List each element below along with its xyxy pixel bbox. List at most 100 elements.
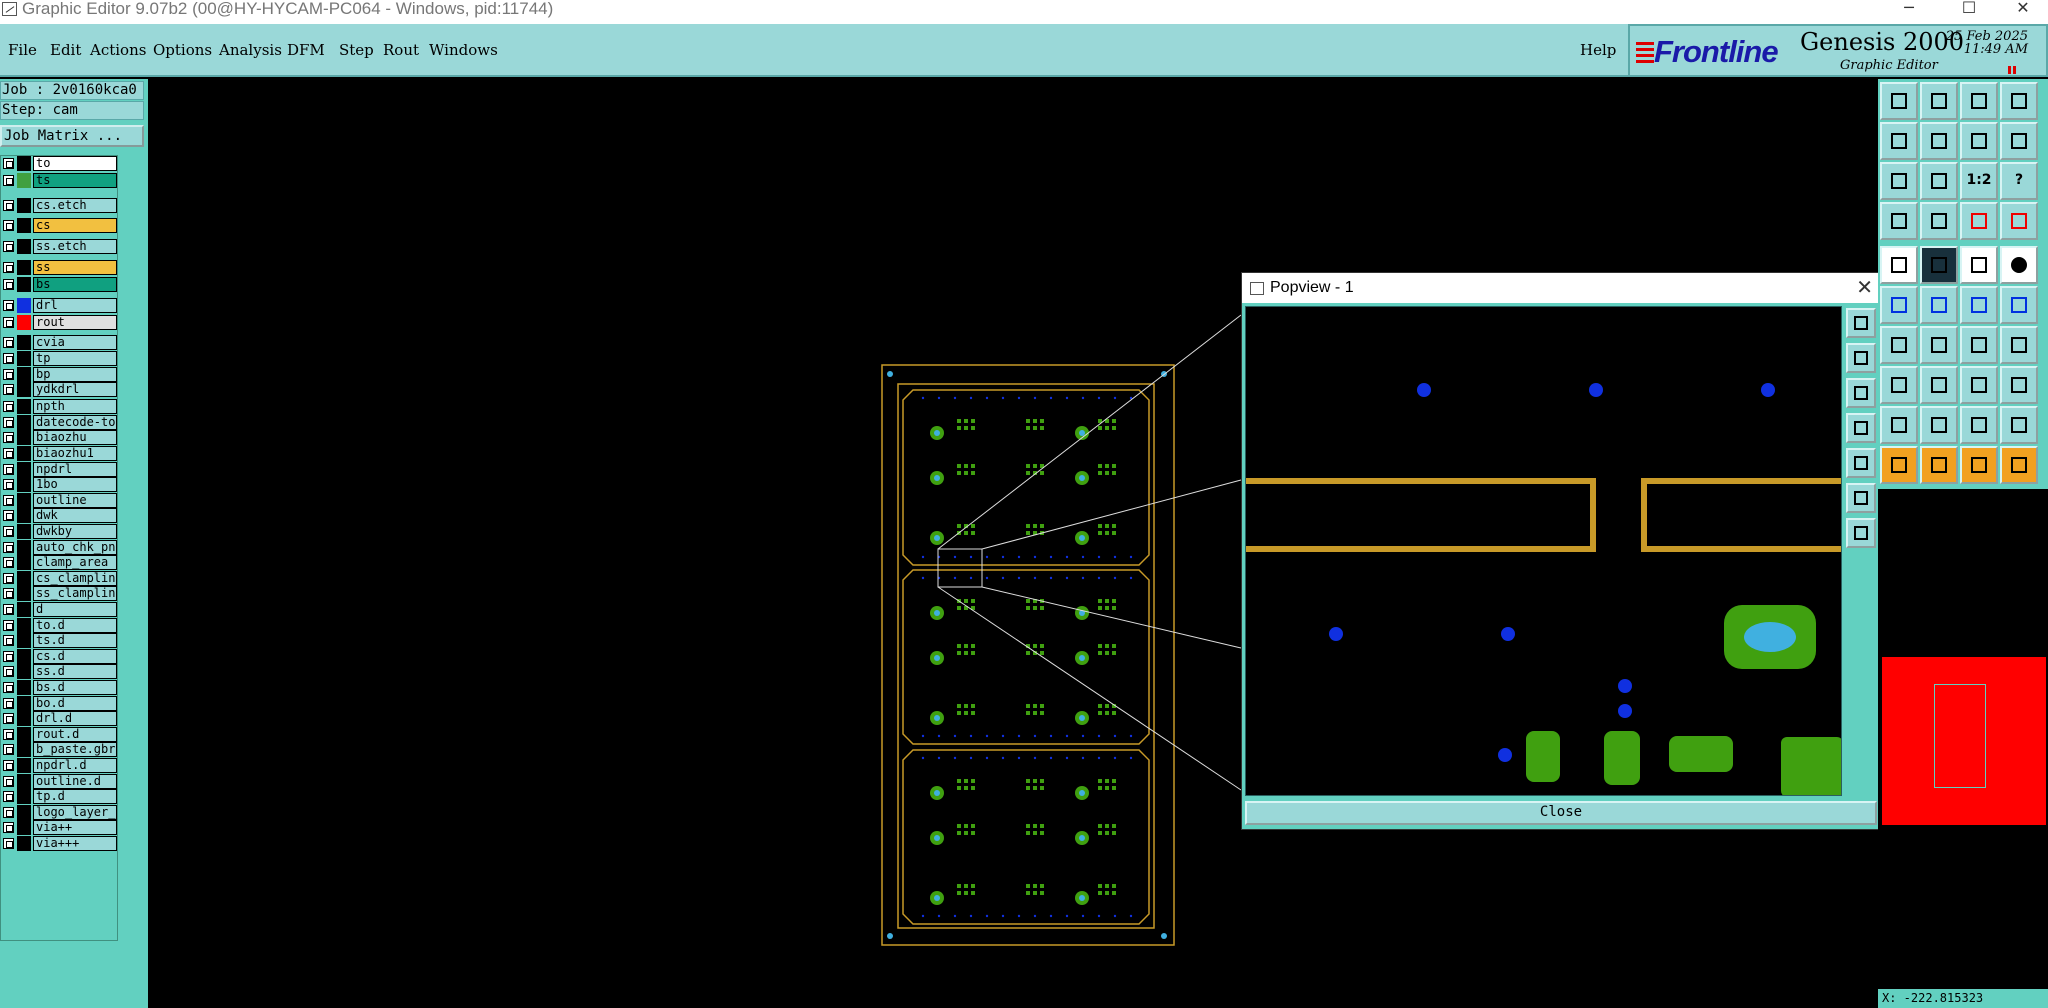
layer-color-swatch[interactable]	[17, 508, 31, 524]
layer-color-swatch[interactable]	[17, 260, 31, 275]
layer-name[interactable]: rout.d	[33, 726, 117, 742]
menu-file[interactable]: File	[8, 41, 37, 59]
layer-name[interactable]: ts.d	[33, 633, 117, 649]
layer-checkbox[interactable]	[3, 572, 14, 584]
layer-name[interactable]: via+++	[33, 835, 117, 851]
popview-home-icon[interactable]	[1846, 343, 1876, 373]
layer-row-outline.d[interactable]: outline.d	[1, 773, 119, 789]
minimize-icon[interactable]: ─	[1886, 0, 1932, 18]
layer-name[interactable]: ts	[33, 172, 117, 188]
pad-icon[interactable]	[1880, 246, 1918, 284]
layer-row-cs.d[interactable]: cs.d	[1, 648, 119, 664]
layer-row-to[interactable]: to	[1, 156, 119, 171]
layer-checkbox[interactable]	[3, 278, 14, 290]
layer-checkbox[interactable]	[3, 463, 14, 475]
layer-checkbox[interactable]	[3, 806, 14, 818]
layer-name[interactable]: tp.d	[33, 789, 117, 805]
layer-name[interactable]: to.d	[33, 617, 117, 633]
layer-row-outline[interactable]: outline	[1, 492, 119, 508]
popview-fit-icon[interactable]	[1846, 483, 1876, 513]
layer-checkbox[interactable]	[3, 822, 14, 834]
menu-windows[interactable]: Windows	[429, 41, 498, 59]
layer-name[interactable]: npdrl	[33, 461, 117, 477]
layer-name[interactable]: ss_clampline	[33, 586, 117, 602]
layer-color-swatch[interactable]	[17, 314, 31, 330]
layer-name[interactable]: bp	[33, 366, 117, 382]
layer-checkbox[interactable]	[3, 479, 14, 491]
next-step-icon[interactable]	[1920, 122, 1958, 160]
layer-name[interactable]: drl	[33, 297, 117, 313]
layer-name[interactable]: ss	[33, 260, 117, 275]
layer-checkbox[interactable]	[3, 432, 14, 444]
line-icon[interactable]	[1920, 246, 1958, 284]
open-job-icon[interactable]	[1880, 82, 1918, 120]
job-matrix-button[interactable]: Job Matrix ...	[0, 125, 144, 147]
layer-checkbox[interactable]	[3, 384, 14, 396]
layer-color-swatch[interactable]	[17, 461, 31, 477]
layer-checkbox[interactable]	[3, 337, 14, 349]
menu-options[interactable]: Options	[153, 41, 212, 59]
layer-name[interactable]: clamp_area	[33, 555, 117, 571]
layer-row-to.d[interactable]: to.d	[1, 617, 119, 633]
layer-name[interactable]: auto_chk_pn	[33, 539, 117, 555]
layer-checkbox[interactable]	[3, 635, 14, 647]
layer-checkbox[interactable]	[3, 241, 14, 253]
layer-checkbox[interactable]	[3, 588, 14, 600]
layer-checkbox[interactable]	[3, 541, 14, 553]
layer-name[interactable]: cs_clampline	[33, 570, 117, 586]
layer-name[interactable]: outline	[33, 492, 117, 508]
layer-name[interactable]: biaozhu1	[33, 445, 117, 461]
copy-icon[interactable]	[2000, 286, 2038, 324]
layer-color-swatch[interactable]	[17, 773, 31, 789]
layer-checkbox[interactable]	[3, 619, 14, 631]
popview-pan-right-icon[interactable]	[1846, 448, 1876, 478]
layer-name[interactable]: bo.d	[33, 695, 117, 711]
menu-dfm[interactable]: DFM	[287, 41, 325, 59]
layer-row-npdrl[interactable]: npdrl	[1, 461, 119, 477]
layer-color-swatch[interactable]	[17, 492, 31, 508]
layer-color-swatch[interactable]	[17, 617, 31, 633]
layer-row-biaozhu1[interactable]: biaozhu1	[1, 445, 119, 461]
layer-checkbox[interactable]	[3, 353, 14, 364]
menu-actions[interactable]: Actions	[90, 41, 146, 59]
layer-row-cs[interactable]: cs	[1, 218, 119, 234]
layer-row-via+++[interactable]: via+++	[1, 835, 119, 851]
layer-row-dwkby[interactable]: dwkby	[1, 523, 119, 539]
probe-icon[interactable]	[1920, 202, 1958, 240]
minus-icon[interactable]	[1920, 366, 1958, 404]
layer-checkbox[interactable]	[3, 316, 14, 328]
layer-name[interactable]: cs	[33, 218, 117, 234]
layer-color-swatch[interactable]	[17, 742, 31, 758]
layer-color-swatch[interactable]	[17, 239, 31, 255]
zoom-fit-icon[interactable]	[1880, 162, 1918, 200]
menu-analysis[interactable]: Analysis	[219, 41, 282, 59]
triangle-a-icon[interactable]	[1880, 406, 1918, 444]
popview-canvas[interactable]	[1245, 306, 1842, 796]
layer-checkbox[interactable]	[3, 697, 14, 709]
layer-row-bo.d[interactable]: bo.d	[1, 695, 119, 711]
dash-icon[interactable]	[1960, 246, 1998, 284]
layer-row-ss_clampline[interactable]: ss_clampline	[1, 586, 119, 602]
layer-checkbox[interactable]	[3, 713, 14, 725]
layer-name[interactable]: b_paste.gbr	[33, 742, 117, 758]
close-icon[interactable]: ✕	[2000, 0, 2046, 18]
layer-color-swatch[interactable]	[17, 726, 31, 742]
triangle-b-icon[interactable]	[1920, 406, 1958, 444]
menu-rout[interactable]: Rout	[383, 41, 419, 59]
layer-checkbox[interactable]	[3, 447, 14, 459]
snap-icon[interactable]	[2000, 122, 2038, 160]
layer-color-swatch[interactable]	[17, 414, 31, 430]
layer-checkbox[interactable]	[3, 650, 14, 662]
layer-row-ts[interactable]: ts	[1, 172, 119, 188]
layer-row-dwk[interactable]: dwk	[1, 508, 119, 524]
layer-color-swatch[interactable]	[17, 570, 31, 586]
select-icon[interactable]	[1880, 446, 1918, 484]
layer-row-via++[interactable]: via++	[1, 820, 119, 836]
layer-row-biaozhu[interactable]: biaozhu	[1, 430, 119, 446]
layer-name[interactable]: logo_layer_t	[33, 804, 117, 820]
layer-checkbox[interactable]	[3, 775, 14, 787]
slope-icon[interactable]	[1920, 326, 1958, 364]
overview-panel[interactable]: X: -222.815323	[1878, 489, 2048, 1008]
layer-name[interactable]: rout	[33, 314, 117, 330]
overview-view-frame[interactable]	[1934, 684, 1986, 788]
